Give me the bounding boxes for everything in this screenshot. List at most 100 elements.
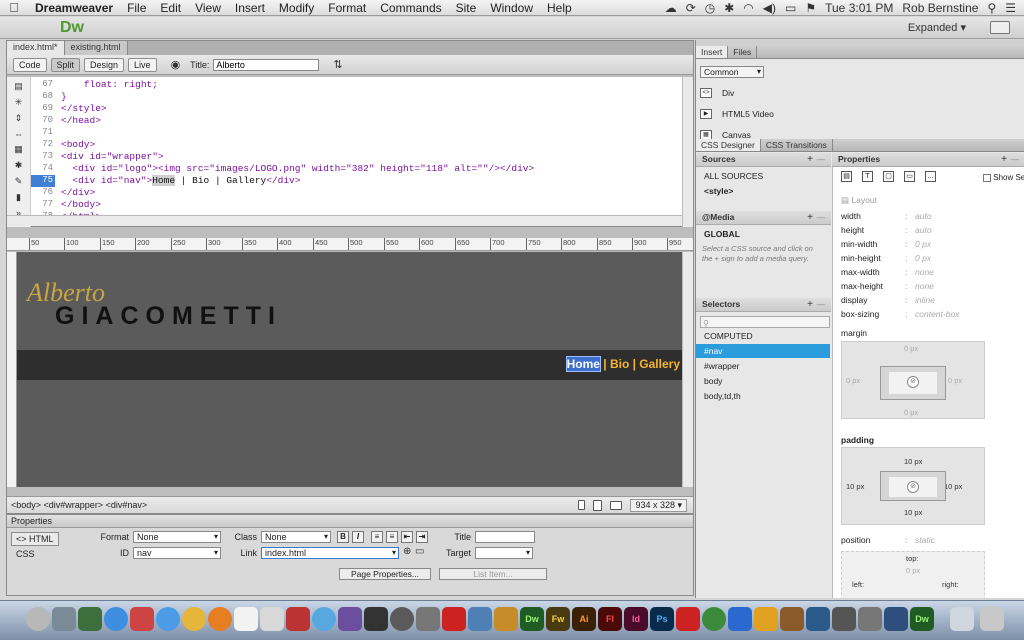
code-line[interactable]: float: right; [61,79,671,91]
site-logo[interactable]: Alberto GIACOMETTI [23,272,293,332]
selector-body[interactable]: body [696,374,830,388]
tab-css-designer[interactable]: CSS Designer [696,139,761,151]
menu-format[interactable]: Format [321,1,373,15]
more-category-icon[interactable]: … [925,171,936,182]
sync-icon[interactable]: ⟳ [686,1,696,15]
list-item-button[interactable]: List Item... [439,568,547,580]
finder-icon[interactable] [26,607,50,631]
battery-icon[interactable]: ▭ [785,1,796,15]
chrome-icon[interactable] [182,607,206,631]
remove-media-icon[interactable]: — [817,211,826,224]
margin-box[interactable]: 0 px 0 px 0 px 0 px ⊘ [841,341,985,419]
downloads-icon[interactable] [950,607,974,631]
menu-edit[interactable]: Edit [153,1,188,15]
properties-header[interactable]: Properties [7,515,693,528]
remove-property-icon[interactable]: — [1011,153,1020,166]
flash-dock-icon[interactable]: Fl [598,607,622,631]
prop-max-width-value[interactable]: none [915,267,934,277]
selector-computed[interactable]: COMPUTED [696,329,830,343]
app-icon-blue[interactable] [468,607,492,631]
margin-top-value[interactable]: 0 px [904,344,918,353]
app-store-icon[interactable] [104,607,128,631]
page-properties-button[interactable]: Page Properties... [339,568,431,580]
tab-css-transitions[interactable]: CSS Transitions [761,139,833,151]
indesign-dock-icon[interactable]: Id [624,607,648,631]
insert-category-select[interactable]: Common ▾ [700,66,764,78]
format-select[interactable]: None ▾ [133,531,221,543]
tablet-size-icon[interactable] [593,499,603,511]
file-transfer-icon[interactable]: ⇅ [333,58,342,71]
nav-other-links[interactable]: | Bio | Gallery [600,357,680,371]
indent-icon[interactable]: ⇥ [416,531,428,543]
notifications-icon[interactable]: ☰ [1005,1,1016,15]
link-icon[interactable]: ⊘ [907,481,919,493]
firefox-icon[interactable] [208,607,232,631]
unordered-list-icon[interactable]: ≡ [371,531,383,543]
menu-help[interactable]: Help [540,1,579,15]
app-icon-navy[interactable] [884,607,908,631]
add-selector-icon[interactable]: + [807,298,813,311]
outdent-icon[interactable]: ⇤ [401,531,413,543]
prop-max-height-value[interactable]: none [915,281,934,291]
apple-menu-icon[interactable]:  [0,0,28,15]
tab-index-html[interactable]: index.html* [7,41,65,55]
italic-button[interactable]: I [352,531,364,543]
target-select[interactable]: ▾ [475,547,533,559]
menu-modify[interactable]: Modify [272,1,321,15]
link-input[interactable]: index.html ▾ [261,547,399,559]
padding-left-value[interactable]: 10 px [846,482,864,491]
selector-filter-input[interactable]: ⚲ [700,316,830,328]
menu-insert[interactable]: Insert [228,1,272,15]
tab-existing-html[interactable]: existing.html [64,41,128,55]
id-select[interactable]: nav ▾ [133,547,221,559]
collapse-tag-icon[interactable]: ✳ [15,97,23,108]
position-value[interactable]: static [915,535,935,545]
flag-icon[interactable]: ⚑ [805,1,816,15]
spotlight-icon[interactable]: ⚲ [987,1,996,15]
nav-bar[interactable]: Home | Bio | Gallery [17,350,682,380]
calendar-icon[interactable] [130,607,154,631]
margin-right-value[interactable]: 0 px [948,376,962,385]
window-layout-icon[interactable] [990,21,1010,34]
menu-site[interactable]: Site [449,1,484,15]
indent-icon[interactable]: ▮ [16,192,21,203]
window-size-menu[interactable]: 934 x 328 ▾ [630,498,687,512]
source-all[interactable]: ALL SOURCES [696,169,830,183]
code-line[interactable]: <body> [61,139,671,151]
code-line-current[interactable]: <div id="nav">Home | Bio | Gallery</div> [61,175,671,187]
time-machine-icon[interactable]: ◷ [705,1,715,15]
nav-home-link[interactable]: Home [565,356,601,372]
app-icon-dark-blue[interactable] [806,607,830,631]
nav-links[interactable]: Home | Bio | Gallery [565,356,680,372]
remove-selector-icon[interactable]: — [817,298,826,311]
garageband-icon[interactable] [494,607,518,631]
launchpad-icon[interactable] [52,607,76,631]
app-icon-z[interactable] [754,607,778,631]
browser-preview-icon[interactable]: ◉ [171,58,181,71]
menubar-clock[interactable]: Tue 3:01 PM [825,1,893,15]
itunes-icon[interactable] [312,607,336,631]
code-horizontal-scrollbar[interactable] [7,215,682,226]
code-line[interactable]: } [61,91,671,103]
prop-display-value[interactable]: inline [915,295,935,305]
menu-commands[interactable]: Commands [373,1,448,15]
expand-all-icon[interactable]: ⇔ [14,129,23,139]
code-line[interactable] [61,127,671,139]
app-icon-green[interactable] [702,607,726,631]
balance-braces-icon[interactable]: ✱ [15,160,23,171]
design-vertical-scrollbar[interactable] [682,252,693,487]
code-line[interactable]: <div id="wrapper"> [61,151,671,163]
menu-file[interactable]: File [120,1,153,15]
screenshot-icon[interactable] [416,607,440,631]
prop-width-value[interactable]: auto [915,211,932,221]
dreamweaver-running-icon[interactable]: Dw [910,607,934,631]
wifi-icon[interactable]: ◠ [743,1,753,15]
html-mode-button[interactable]: <> HTML [11,532,59,546]
point-to-file-icon[interactable]: ⊕ [403,546,411,557]
code-line[interactable]: <div id="logo"><img src="images/LOGO.png… [61,163,671,175]
source-style[interactable]: <style> [696,184,830,198]
code-line[interactable]: </body> [61,199,671,211]
prop-box-sizing-value[interactable]: content-box [915,309,959,319]
app-icon-red[interactable] [442,607,466,631]
selector-nav[interactable]: #nav [696,344,830,358]
